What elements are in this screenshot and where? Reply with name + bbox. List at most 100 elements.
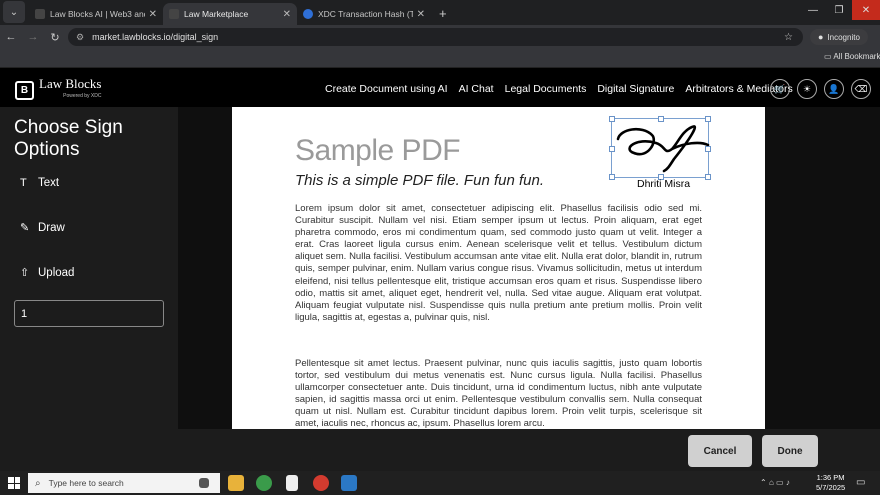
cancel-button[interactable]: Cancel xyxy=(688,435,752,467)
windows-taskbar: ⌕ Type here to search ⌃ ⌂ ▭ ♪ 1:36 PM 5/… xyxy=(0,471,880,495)
file-icon[interactable] xyxy=(286,475,298,491)
pdf-paragraph: Pellentesque sit amet lectus. Praesent p… xyxy=(295,358,702,429)
battery-icon: ▭ xyxy=(776,478,784,487)
search-icon: ⌕ xyxy=(35,477,41,489)
site-info-icon[interactable]: ⚙ xyxy=(76,32,84,43)
pencil-icon: ✎ xyxy=(20,222,30,234)
system-tray[interactable]: ⌃ ⌂ ▭ ♪ xyxy=(760,478,790,487)
cart-icon[interactable]: 🛒 xyxy=(770,79,790,99)
pdf-paragraph: Lorem ipsum dolor sit amet, consectetuer… xyxy=(295,203,702,323)
all-bookmarks-button[interactable]: ▭ All Bookmarks xyxy=(824,52,880,61)
clock-time: 1:36 PM xyxy=(816,473,845,482)
address-bar[interactable]: ⚙ market.lawblocks.io/digital_sign ☆ xyxy=(68,28,803,46)
browser-tabbar: ⌄ Law Blocks AI | Web3 and AI in ✕ Law M… xyxy=(0,0,880,25)
sign-option-text[interactable]: T Text xyxy=(20,177,59,189)
resize-handle[interactable] xyxy=(705,146,711,152)
sign-option-label: Upload xyxy=(38,266,75,279)
minimize-icon[interactable]: — xyxy=(800,0,826,20)
text-icon: T xyxy=(20,177,27,189)
file-explorer-icon[interactable] xyxy=(228,475,244,491)
pdf-title: Sample PDF xyxy=(295,134,461,167)
forward-icon[interactable]: → xyxy=(22,31,44,43)
law-blocks-logo[interactable]: B Law Blocks Powered by XDC xyxy=(15,76,102,102)
header-icon-buttons: 🛒 ☀ 👤 ⌫ xyxy=(770,79,878,99)
browser-tab[interactable]: XDC Transaction Hash (Txhash) ✕ xyxy=(297,3,431,25)
nav-create-document[interactable]: Create Document using AI xyxy=(325,83,448,95)
document-viewer: Sample PDF This is a simple PDF file. Fu… xyxy=(178,107,880,429)
tab-label: Law Marketplace xyxy=(184,9,249,19)
tab-close-icon[interactable]: ✕ xyxy=(283,9,291,20)
tab-label: XDC Transaction Hash (Txhash) xyxy=(318,9,413,19)
close-window-icon[interactable]: ✕ xyxy=(852,0,880,20)
resize-handle[interactable] xyxy=(609,174,615,180)
app-header: B Law Blocks Powered by XDC Create Docum… xyxy=(0,67,880,107)
task-view-icon[interactable] xyxy=(199,478,209,488)
signature-name: Dhriti Misra xyxy=(637,178,691,190)
logo-mark-icon: B xyxy=(15,80,34,100)
notification-icon[interactable]: ▭ xyxy=(856,477,865,488)
url-text: market.lawblocks.io/digital_sign xyxy=(92,32,219,42)
resize-handle[interactable] xyxy=(658,116,664,122)
tab-close-icon[interactable]: ✕ xyxy=(149,9,157,20)
logo-name: Law Blocks xyxy=(39,76,102,91)
resize-handle[interactable] xyxy=(705,174,711,180)
chrome-active-icon[interactable] xyxy=(313,475,329,491)
back-icon[interactable]: ← xyxy=(0,31,22,43)
done-button[interactable]: Done xyxy=(762,435,818,467)
tab-favicon-icon xyxy=(303,9,313,19)
taskbar-clock[interactable]: 1:36 PM 5/7/2025 xyxy=(816,473,845,493)
maximize-icon[interactable]: ❐ xyxy=(826,0,852,20)
incognito-icon: ● xyxy=(818,32,824,42)
clock-date: 5/7/2025 xyxy=(816,483,846,492)
browser-toolbar: ← → ↻ ⚙ market.lawblocks.io/digital_sign… xyxy=(0,25,880,49)
incognito-label: Incognito xyxy=(827,32,860,42)
app-icon[interactable] xyxy=(341,475,357,491)
volume-icon: ♪ xyxy=(785,478,790,487)
logo-text: Law Blocks Powered by XDC xyxy=(39,76,102,102)
browser-tab[interactable]: Law Blocks AI | Web3 and AI in ✕ xyxy=(29,3,163,25)
nav-ai-chat[interactable]: AI Chat xyxy=(459,83,494,95)
network-icon: ⌂ xyxy=(768,478,774,487)
all-bookmarks-label: All Bookmarks xyxy=(833,52,880,61)
nav-legal-documents[interactable]: Legal Documents xyxy=(505,83,587,95)
browser-tab-active[interactable]: Law Marketplace ✕ xyxy=(163,3,297,25)
page-number-input[interactable] xyxy=(14,300,164,327)
incognito-badge[interactable]: ● Incognito xyxy=(810,29,868,45)
action-bar: Cancel Done xyxy=(0,429,880,471)
main-nav: Create Document using AI AI Chat Legal D… xyxy=(325,83,804,95)
sign-option-draw[interactable]: ✎ Draw xyxy=(20,221,65,235)
taskbar-search-placeholder: Type here to search xyxy=(48,478,124,488)
sign-options-panel: Choose Sign Options T Text ✎ Draw ⇧ Uplo… xyxy=(0,107,178,429)
resize-handle[interactable] xyxy=(705,116,711,122)
tab-search-button[interactable]: ⌄ xyxy=(3,1,25,23)
signature-drawing xyxy=(616,125,710,173)
taskbar-search[interactable]: ⌕ Type here to search xyxy=(28,473,220,493)
user-icon[interactable]: 👤 xyxy=(824,79,844,99)
nav-digital-signature[interactable]: Digital Signature xyxy=(597,83,674,95)
reload-icon[interactable]: ↻ xyxy=(44,31,66,44)
window-controls: — ❐ ✕ xyxy=(800,0,880,20)
pdf-page[interactable]: Sample PDF This is a simple PDF file. Fu… xyxy=(232,107,765,429)
windows-start-icon[interactable] xyxy=(8,477,20,489)
sign-option-upload[interactable]: ⇧ Upload xyxy=(20,266,75,280)
tab-close-icon[interactable]: ✕ xyxy=(417,9,425,20)
bookmark-star-icon[interactable]: ☆ xyxy=(784,32,793,43)
bookmarks-bar: ▭ All Bookmarks xyxy=(0,49,880,67)
sun-icon[interactable]: ☀ xyxy=(797,79,817,99)
sign-option-label: Draw xyxy=(38,221,65,234)
upload-icon: ⇧ xyxy=(20,267,30,279)
signature-box[interactable] xyxy=(609,116,711,180)
folder-icon: ▭ xyxy=(824,52,832,61)
tab-label: Law Blocks AI | Web3 and AI in xyxy=(50,9,145,19)
logo-powered: Powered by XDC xyxy=(63,93,102,99)
chrome-icon[interactable] xyxy=(256,475,272,491)
new-tab-button[interactable]: + xyxy=(439,6,447,21)
sign-options-title: Choose Sign Options xyxy=(14,117,123,160)
logout-icon[interactable]: ⌫ xyxy=(851,79,871,99)
sign-option-label: Text xyxy=(38,177,60,189)
tab-favicon-icon xyxy=(169,9,179,19)
tab-favicon-icon xyxy=(35,9,45,19)
resize-handle[interactable] xyxy=(609,116,615,122)
resize-handle[interactable] xyxy=(609,146,615,152)
tray-chevron-icon: ⌃ xyxy=(760,478,767,487)
